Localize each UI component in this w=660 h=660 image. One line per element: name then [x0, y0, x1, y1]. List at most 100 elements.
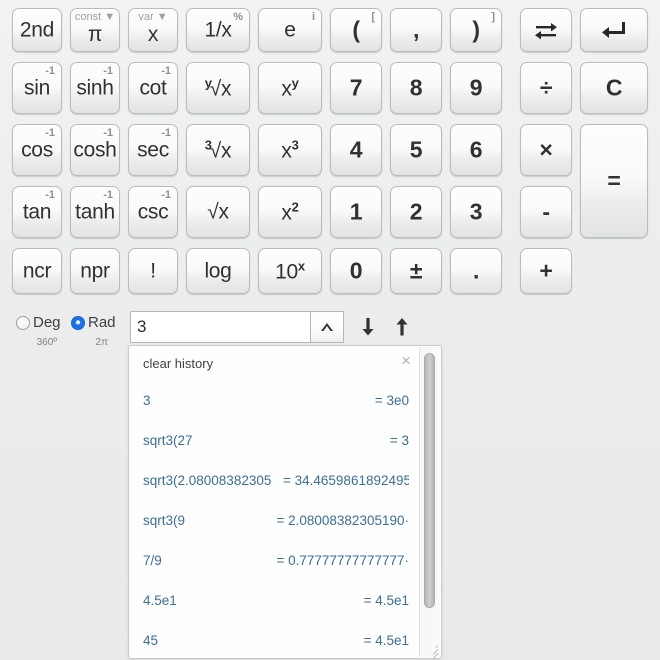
btn-plus-minus[interactable]: ± [390, 248, 442, 294]
btn-8[interactable]: 8 [390, 62, 442, 114]
btn-clear[interactable]: C [580, 62, 648, 114]
history-entry-result: = 2.08008382305190· [276, 512, 409, 528]
history-entry-result: = 34.4659861892495· [283, 472, 409, 488]
btn-plus-label: + [539, 257, 553, 284]
btn-sqrt-x[interactable]: √x [186, 186, 250, 238]
history-entry[interactable]: 7/9 = 0.77777777777777· [129, 540, 419, 580]
btn-minus[interactable]: - [520, 186, 572, 238]
btn-tanh[interactable]: -1 tanh [70, 186, 120, 238]
btn-clear-label: C [605, 74, 623, 101]
btn-cuberoot-x[interactable]: 3√x [186, 124, 250, 176]
btn-paren-open[interactable]: [( [330, 8, 382, 52]
history-entry[interactable]: sqrt3(27 = 3 [129, 420, 419, 460]
btn-4[interactable]: 4 [330, 124, 382, 176]
history-entry[interactable]: sqrt3(2.08008382305· = 34.4659861892495· [129, 460, 419, 500]
btn-enter[interactable] [580, 8, 648, 52]
btn-7[interactable]: 7 [330, 62, 382, 114]
history-entry-expression: sqrt3(2.08008382305· [143, 472, 271, 488]
btn-8-label: 8 [409, 74, 423, 101]
btn-cot[interactable]: -1 cot [128, 62, 178, 114]
btn-csc-label: csc [137, 200, 169, 224]
btn-3[interactable]: 3 [450, 186, 502, 238]
btn-plus[interactable]: + [520, 248, 572, 294]
arrow-down-icon[interactable] [352, 311, 384, 343]
btn-9[interactable]: 9 [450, 62, 502, 114]
btn-paren-close[interactable]: ]) [450, 8, 502, 52]
btn-var-x[interactable]: var ▼ x [128, 8, 178, 52]
btn-ten-pow-x[interactable]: 10x [258, 248, 322, 294]
history-entry-result: = 0.77777777777777· [276, 552, 409, 568]
btn-multiply-label: × [539, 136, 553, 163]
btn-3-label: 3 [469, 198, 483, 225]
btn-equals[interactable]: = [580, 124, 648, 238]
btn-x-cubed[interactable]: x3 [258, 124, 322, 176]
arrow-up-icon[interactable] [386, 311, 418, 343]
arrow-down-glyph [362, 318, 374, 336]
enter-return-icon [602, 22, 625, 38]
btn-x-pow-y[interactable]: xy [258, 62, 322, 114]
radio-rad-texts: Rad 2π [88, 314, 116, 350]
history-entry-expression: sqrt3(27 [143, 432, 193, 448]
btn-multiply[interactable]: × [520, 124, 572, 176]
history-entry[interactable]: 4.5e1 = 4.5e1 [129, 580, 419, 620]
btn-inverse[interactable]: % 1/x [186, 8, 250, 52]
btn-x-cubed-label: x3 [281, 137, 299, 163]
btn-2nd[interactable]: 2nd [12, 8, 62, 52]
resize-grip-icon[interactable] [425, 642, 439, 658]
btn-divide-label: ÷ [539, 74, 553, 101]
btn-sin-label: sin [24, 76, 50, 100]
btn-6[interactable]: 6 [450, 124, 502, 176]
clear-history-button[interactable]: clear history [143, 356, 213, 371]
btn-factorial-label: ! [150, 259, 156, 283]
btn-factorial[interactable]: ! [128, 248, 178, 294]
btn-cosh[interactable]: -1 cosh [70, 124, 120, 176]
btn-cos[interactable]: -1 cos [12, 124, 62, 176]
history-entry[interactable]: 45 = 4.5e1 [129, 620, 419, 658]
btn-ncr[interactable]: ncr [12, 248, 62, 294]
btn-comma[interactable]: , [390, 8, 442, 52]
history-scrollbar[interactable] [419, 347, 440, 657]
btn-1[interactable]: 1 [330, 186, 382, 238]
history-entry[interactable]: 3 = 3e0 [129, 380, 419, 420]
btn-npr[interactable]: npr [70, 248, 120, 294]
btn-0[interactable]: 0 [330, 248, 382, 294]
btn-1-label: 1 [349, 198, 363, 225]
btn-log[interactable]: log [186, 248, 250, 294]
history-entry-expression: 4.5e1 [143, 592, 177, 608]
history-list: 3 = 3e0 sqrt3(27 = 3 sqrt3(2.08008382305· = 3… [129, 380, 419, 658]
history-scroll-thumb[interactable] [424, 353, 435, 608]
history-entry[interactable]: sqrt3(9 = 2.08008382305190· [129, 500, 419, 540]
btn-pi[interactable]: const ▼ π [70, 8, 120, 52]
btn-sin[interactable]: -1 sin [12, 62, 62, 114]
btn-cuberoot-x-label: 3√x [204, 137, 232, 163]
btn-swap[interactable] [520, 8, 572, 52]
btn-x-squared[interactable]: x2 [258, 186, 322, 238]
close-icon[interactable]: × [401, 352, 411, 369]
btn-divide[interactable]: ÷ [520, 62, 572, 114]
btn-csc[interactable]: -1 csc [128, 186, 178, 238]
radio-deg-dot[interactable] [16, 316, 30, 330]
chevron-up-icon[interactable] [310, 311, 344, 343]
history-entry-expression: sqrt3(9 [143, 512, 186, 528]
radio-rad-dot[interactable] [71, 316, 85, 330]
btn-tan[interactable]: -1 tan [12, 186, 62, 238]
btn-minus-label: - [542, 198, 550, 225]
history-entry-result: = 3 [389, 432, 409, 448]
expression-input[interactable] [130, 311, 310, 343]
btn-e[interactable]: ie [258, 8, 322, 52]
calculator-keypad: 2nd const ▼ π var ▼ x% 1/x i e[(,]) -1 sin -1 sinh -… [0, 0, 660, 302]
btn-decimal[interactable]: . [450, 248, 502, 294]
radio-rad[interactable]: Rad 2π [71, 314, 116, 350]
btn-sinh[interactable]: -1 sinh [70, 62, 120, 114]
radio-deg[interactable]: Deg 360º [16, 314, 61, 350]
btn-7-label: 7 [349, 74, 363, 101]
btn-cos-superscript: -1 [45, 127, 55, 139]
btn-yroot-x[interactable]: y√x [186, 62, 250, 114]
btn-2nd-label: 2nd [19, 18, 55, 42]
btn-5[interactable]: 5 [390, 124, 442, 176]
radio-rad-label: Rad [88, 314, 116, 331]
btn-2[interactable]: 2 [390, 186, 442, 238]
btn-6-label: 6 [469, 136, 483, 163]
btn-cosh-label: cosh [73, 138, 117, 162]
btn-sec[interactable]: -1 sec [128, 124, 178, 176]
